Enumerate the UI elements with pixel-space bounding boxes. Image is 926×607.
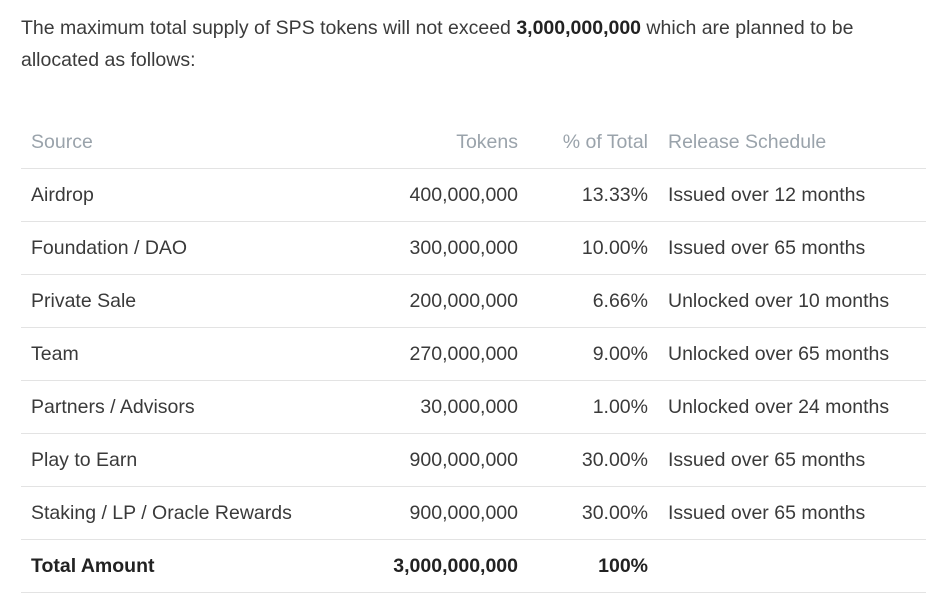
cell-release-schedule: Issued over 65 months	[648, 486, 926, 540]
intro-paragraph: The maximum total supply of SPS tokens w…	[21, 12, 901, 76]
header-release-schedule: Release Schedule	[648, 116, 926, 169]
cell-release-schedule: Unlocked over 10 months	[648, 274, 926, 328]
table-header-row: Source Tokens % of Total Release Schedul…	[21, 116, 926, 169]
cell-release-schedule: Issued over 12 months	[648, 168, 926, 222]
cell-source: Foundation / DAO	[21, 221, 336, 275]
cell-tokens: 300,000,000	[336, 221, 538, 275]
total-release-schedule	[648, 539, 926, 593]
cell-percent: 6.66%	[538, 274, 648, 328]
cell-release-schedule: Unlocked over 24 months	[648, 380, 926, 434]
cell-percent: 13.33%	[538, 168, 648, 222]
intro-text-before: The maximum total supply of SPS tokens w…	[21, 17, 517, 39]
cell-percent: 30.00%	[538, 433, 648, 487]
cell-release-schedule: Issued over 65 months	[648, 221, 926, 275]
cell-source: Private Sale	[21, 274, 336, 328]
cell-percent: 10.00%	[538, 221, 648, 275]
cell-percent: 1.00%	[538, 380, 648, 434]
cell-release-schedule: Issued over 65 months	[648, 433, 926, 487]
table-row: Private Sale 200,000,000 6.66% Unlocked …	[21, 274, 926, 328]
table-row: Team 270,000,000 9.00% Unlocked over 65 …	[21, 327, 926, 381]
total-label: Total Amount	[21, 539, 336, 593]
cell-source: Partners / Advisors	[21, 380, 336, 434]
cell-percent: 9.00%	[538, 327, 648, 381]
intro-supply-amount: 3,000,000,000	[516, 17, 642, 39]
cell-release-schedule: Unlocked over 65 months	[648, 327, 926, 381]
cell-source: Play to Earn	[21, 433, 336, 487]
header-percent: % of Total	[538, 116, 648, 169]
table-row: Play to Earn 900,000,000 30.00% Issued o…	[21, 433, 926, 487]
cell-tokens: 270,000,000	[336, 327, 538, 381]
table-row: Airdrop 400,000,000 13.33% Issued over 1…	[21, 168, 926, 222]
table-row: Staking / LP / Oracle Rewards 900,000,00…	[21, 486, 926, 540]
cell-tokens: 900,000,000	[336, 486, 538, 540]
document-content: The maximum total supply of SPS tokens w…	[0, 0, 926, 593]
table-row: Partners / Advisors 30,000,000 1.00% Unl…	[21, 380, 926, 434]
cell-source: Staking / LP / Oracle Rewards	[21, 486, 336, 540]
cell-tokens: 400,000,000	[336, 168, 538, 222]
token-allocation-table: Source Tokens % of Total Release Schedul…	[21, 116, 926, 593]
total-tokens: 3,000,000,000	[336, 539, 538, 593]
total-percent: 100%	[538, 539, 648, 593]
cell-source: Airdrop	[21, 168, 336, 222]
header-tokens: Tokens	[336, 116, 538, 169]
table-total-row: Total Amount 3,000,000,000 100%	[21, 539, 926, 593]
cell-tokens: 900,000,000	[336, 433, 538, 487]
cell-percent: 30.00%	[538, 486, 648, 540]
cell-tokens: 30,000,000	[336, 380, 538, 434]
cell-tokens: 200,000,000	[336, 274, 538, 328]
cell-source: Team	[21, 327, 336, 381]
header-source: Source	[21, 116, 336, 169]
table-row: Foundation / DAO 300,000,000 10.00% Issu…	[21, 221, 926, 275]
